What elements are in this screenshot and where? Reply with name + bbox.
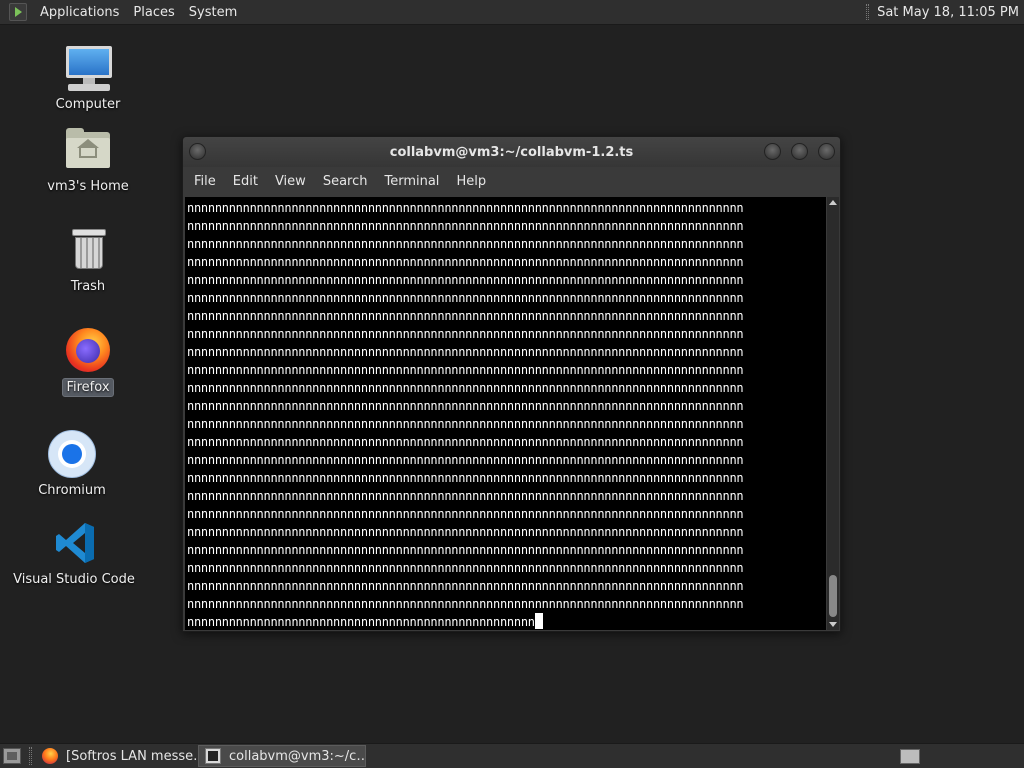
terminal-line: nnnnnnnnnnnnnnnnnnnnnnnnnnnnnnnnnnnnnnnn… — [187, 525, 744, 539]
desktop-icon-trash[interactable]: Trash — [23, 226, 153, 295]
desktop-icon-label: Firefox — [62, 378, 114, 397]
desktop-icon-firefox[interactable]: Firefox — [23, 326, 153, 397]
taskbar-separator — [29, 747, 32, 765]
desktop-icon-chromium[interactable]: Chromium — [7, 430, 137, 499]
menu-places[interactable]: Places — [126, 5, 181, 20]
terminal-line: nnnnnnnnnnnnnnnnnnnnnnnnnnnnnnnnnnnnnnnn… — [187, 399, 744, 413]
trash-icon — [64, 226, 112, 274]
terminal-line: nnnnnnnnnnnnnnnnnnnnnnnnnnnnnnnnnnnnnnnn… — [187, 453, 744, 467]
menu-view[interactable]: View — [268, 174, 313, 189]
panel-separator — [866, 4, 870, 20]
menu-terminal[interactable]: Terminal — [377, 174, 446, 189]
terminal-line: nnnnnnnnnnnnnnnnnnnnnnnnnnnnnnnnnnnnnnnn… — [187, 255, 744, 269]
desktop-icon-label: vm3's Home — [47, 179, 129, 194]
terminal-scrollbar[interactable] — [827, 197, 839, 630]
clock[interactable]: Sat May 18, 11:05 PM — [877, 5, 1019, 20]
terminal-cursor — [534, 613, 543, 629]
taskbar-item-terminal[interactable]: collabvm@vm3:~/c… — [198, 745, 366, 767]
desktop-icon-computer[interactable]: Computer — [23, 44, 153, 113]
terminal-line: nnnnnnnnnnnnnnnnnnnnnnnnnnnnnnnnnnnnnnnn… — [187, 579, 744, 593]
taskbar-item-label: [Softros LAN messe… — [66, 748, 196, 764]
taskbar-item-label: collabvm@vm3:~/c… — [229, 748, 366, 764]
terminal-line: nnnnnnnnnnnnnnnnnnnnnnnnnnnnnnnnnnnnnnnn… — [187, 561, 744, 575]
terminal-titlebar[interactable]: collabvm@vm3:~/collabvm-1.2.ts — [183, 137, 840, 167]
close-button[interactable] — [818, 143, 835, 160]
scroll-up-icon[interactable] — [829, 200, 837, 205]
terminal-line: nnnnnnnnnnnnnnnnnnnnnnnnnnnnnnnnnnnnnnnn… — [187, 543, 744, 557]
computer-icon — [64, 44, 112, 92]
bottom-panel: [Softros LAN messe… collabvm@vm3:~/c… — [0, 743, 1024, 768]
terminal-line: nnnnnnnnnnnnnnnnnnnnnnnnnnnnnnnnnnnnnnnn… — [187, 435, 744, 449]
show-desktop-icon[interactable] — [3, 748, 21, 764]
chromium-icon — [48, 430, 96, 478]
terminal-line: nnnnnnnnnnnnnnnnnnnnnnnnnnnnnnnnnnnnnnnn… — [187, 219, 744, 233]
terminal-icon — [205, 748, 221, 764]
terminal-menubar: File Edit View Search Terminal Help — [183, 167, 840, 195]
desktop-icon-label: Trash — [70, 279, 106, 294]
terminal-line: nnnnnnnnnnnnnnnnnnnnnnnnnnnnnnnnnnnnnnnn… — [187, 327, 744, 341]
taskbar-item-softros[interactable]: [Softros LAN messe… — [36, 745, 196, 767]
terminal-line: nnnnnnnnnnnnnnnnnnnnnnnnnnnnnnnnnnnnnnnn… — [187, 597, 744, 611]
desktop-icon-vscode[interactable]: Visual Studio Code — [9, 519, 139, 588]
firefox-icon — [64, 326, 112, 374]
maximize-button[interactable] — [791, 143, 808, 160]
terminal-window[interactable]: collabvm@vm3:~/collabvm-1.2.ts File Edit… — [182, 136, 841, 632]
terminal-line: nnnnnnnnnnnnnnnnnnnnnnnnnnnnnnnnnnnnnnnn… — [187, 363, 744, 377]
terminal-line: nnnnnnnnnnnnnnnnnnnnnnnnnnnnnnnnnnnnnnnn… — [187, 381, 744, 395]
applications-menu-logo-icon[interactable] — [9, 3, 27, 21]
terminal-line: nnnnnnnnnnnnnnnnnnnnnnnnnnnnnnnnnnnnnnnn… — [187, 309, 744, 323]
scrollbar-thumb[interactable] — [829, 575, 837, 617]
terminal-line: nnnnnnnnnnnnnnnnnnnnnnnnnnnnnnnnnnnnnnnn… — [187, 291, 744, 305]
terminal-line: nnnnnnnnnnnnnnnnnnnnnnnnnnnnnnnnnnnnnnnn… — [187, 489, 744, 503]
menu-file[interactable]: File — [187, 174, 223, 189]
menu-applications[interactable]: Applications — [33, 5, 126, 20]
terminal-line-current: nnnnnnnnnnnnnnnnnnnnnnnnnnnnnnnnnnnnnnnn… — [187, 613, 826, 630]
menu-help[interactable]: Help — [449, 174, 493, 189]
terminal-line: nnnnnnnnnnnnnnnnnnnnnnnnnnnnnnnnnnnnnnnn… — [187, 507, 744, 521]
firefox-icon — [42, 748, 58, 764]
menu-edit[interactable]: Edit — [226, 174, 265, 189]
menu-search[interactable]: Search — [316, 174, 375, 189]
desktop-icon-label: Visual Studio Code — [13, 572, 135, 587]
desktop-icon-label: Chromium — [38, 483, 106, 498]
terminal-line: nnnnnnnnnnnnnnnnnnnnnnnnnnnnnnnnnnnnnnnn… — [187, 417, 744, 431]
vscode-logo-icon — [56, 523, 94, 563]
desktop-icon-label: Computer — [55, 97, 121, 112]
workspace-switcher[interactable] — [900, 749, 920, 764]
terminal-line: nnnnnnnnnnnnnnnnnnnnnnnnnnnnnnnnnnnnnnnn… — [187, 201, 744, 215]
window-menu-button[interactable] — [189, 143, 206, 160]
minimize-button[interactable] — [764, 143, 781, 160]
top-panel: Applications Places System Sat May 18, 1… — [0, 0, 1024, 25]
desktop-icon-home[interactable]: vm3's Home — [23, 126, 153, 195]
terminal-line: nnnnnnnnnnnnnnnnnnnnnnnnnnnnnnnnnnnnnnnn… — [187, 273, 744, 287]
window-title: collabvm@vm3:~/collabvm-1.2.ts — [389, 144, 634, 160]
terminal-output[interactable]: nnnnnnnnnnnnnnnnnnnnnnnnnnnnnnnnnnnnnnnn… — [185, 197, 826, 630]
vscode-icon — [50, 519, 98, 567]
terminal-line: nnnnnnnnnnnnnnnnnnnnnnnnnnnnnnnnnnnnnnnn… — [187, 345, 744, 359]
terminal-line: nnnnnnnnnnnnnnnnnnnnnnnnnnnnnnnnnnnnnnnn… — [187, 237, 744, 251]
terminal-line: nnnnnnnnnnnnnnnnnnnnnnnnnnnnnnnnnnnnnnnn… — [187, 471, 744, 485]
home-folder-icon — [64, 126, 112, 174]
scroll-down-icon[interactable] — [829, 622, 837, 627]
menu-system[interactable]: System — [182, 5, 244, 20]
